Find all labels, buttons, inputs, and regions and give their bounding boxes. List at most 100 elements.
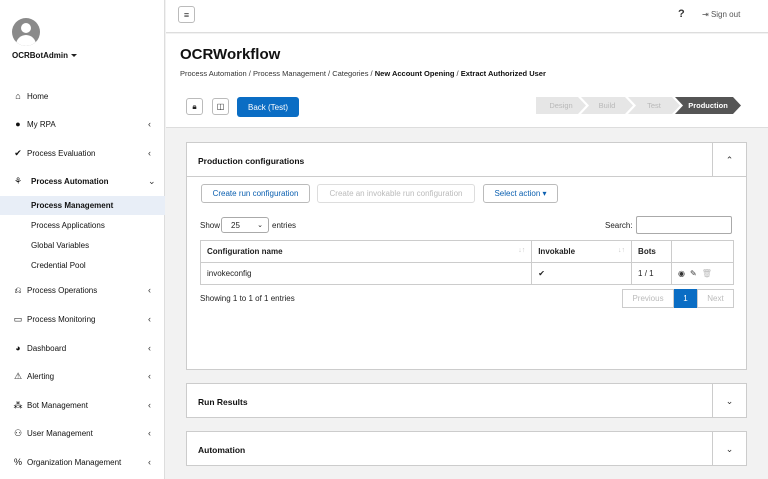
automation-panel: Automation ⌄: [186, 431, 747, 466]
entries-select[interactable]: 25 ⌄: [221, 217, 269, 233]
breadcrumb-item[interactable]: Process Automation: [180, 69, 247, 78]
sidebar-subitem-global-variables[interactable]: Global Variables: [0, 236, 165, 255]
sidebar: OCRBotAdmin ⌂ Home ● My RPA ‹ ✔ Process …: [0, 0, 165, 479]
chevron-left-icon: ‹: [148, 457, 151, 467]
create-run-configuration-button[interactable]: Create run configuration: [201, 184, 310, 203]
chevron-down-icon: ⌄: [257, 222, 263, 229]
sidebar-item-alerting[interactable]: ⚠ Alerting ‹: [0, 366, 165, 386]
sidebar-item-label: Alerting: [27, 371, 55, 381]
layout-button[interactable]: ◫: [212, 98, 229, 115]
chevron-left-icon: ‹: [148, 314, 151, 324]
next-page-button[interactable]: Next: [697, 289, 734, 308]
back-button[interactable]: Back (Test): [237, 97, 299, 117]
production-configurations-panel: Production configurations ⌃ Create run c…: [186, 142, 747, 370]
avatar[interactable]: [12, 18, 40, 46]
chevron-left-icon: ‹: [148, 285, 151, 295]
sidebar-item-home[interactable]: ⌂ Home: [0, 86, 165, 106]
sign-out-icon: ⇥: [702, 10, 711, 19]
sidebar-subitem-label: Process Applications: [31, 221, 105, 230]
user-menu[interactable]: OCRBotAdmin: [12, 51, 77, 60]
chevron-down-icon[interactable]: ⌄: [712, 384, 746, 418]
sidebar-item-bot-management[interactable]: ⁂ Bot Management ‹: [0, 395, 165, 415]
sidebar-item-user-management[interactable]: ⚇ User Management ‹: [0, 423, 165, 443]
sidebar-item-label: Process Automation: [31, 176, 109, 186]
create-invokable-run-configuration-button[interactable]: Create an invokable run configuration: [317, 184, 475, 203]
show-label: Show: [200, 221, 221, 230]
warning-icon: ⚠: [13, 370, 23, 381]
user-name: OCRBotAdmin: [12, 51, 68, 60]
chevron-left-icon: ‹: [148, 148, 151, 158]
column-header-invokable[interactable]: Invokable ↓↑: [531, 240, 633, 263]
sign-out-label: Sign out: [710, 10, 741, 19]
search-input[interactable]: [636, 216, 732, 234]
chevron-left-icon: ‹: [148, 400, 151, 410]
sidebar-item-dashboard[interactable]: ◕ Dashboard ‹: [0, 338, 165, 358]
invokable-check-icon: ✔: [531, 262, 633, 285]
panel-title: Run Results: [198, 397, 248, 407]
sidebar-item-label: Organization Management: [27, 457, 122, 467]
sidebar-item-label: Home: [27, 91, 49, 101]
chevron-up-icon[interactable]: ⌃: [712, 143, 746, 177]
sidebar-subitem-credential-pool[interactable]: Credential Pool: [0, 256, 165, 275]
select-action-dropdown[interactable]: Select action ▾: [483, 184, 558, 203]
sidebar-item-process-monitoring[interactable]: ▭ Process Monitoring ‹: [0, 309, 165, 329]
sidebar-item-process-evaluation[interactable]: ✔ Process Evaluation ‹: [0, 143, 165, 163]
pagination: Previous 1 Next: [622, 289, 734, 308]
sidebar-item-label: Process Monitoring: [27, 314, 96, 324]
check-icon: ✔: [14, 147, 22, 158]
breadcrumb-item[interactable]: Categories: [332, 69, 368, 78]
hamburger-menu-icon[interactable]: ≡: [178, 6, 195, 23]
column-header-label: Bots: [638, 247, 656, 256]
operations-icon: ⎌: [14, 284, 22, 295]
panel-title: Production configurations: [198, 156, 305, 166]
breadcrumb-item[interactable]: Process Management: [253, 69, 326, 78]
column-header-configuration-name[interactable]: Configuration name ↓↑: [199, 240, 533, 263]
step-build[interactable]: Build: [581, 97, 633, 114]
select-action-label: Select action: [494, 189, 541, 198]
person-icon: ●: [15, 119, 21, 129]
step-production[interactable]: Production: [675, 97, 741, 114]
sidebar-item-label: My RPA: [27, 119, 56, 129]
chevron-left-icon: ‹: [148, 428, 151, 438]
entries-label: entries: [272, 221, 297, 230]
chevron-down-icon[interactable]: ⌄: [712, 432, 746, 466]
sidebar-item-process-operations[interactable]: ⎌ Process Operations ‹: [0, 280, 165, 300]
edit-icon[interactable]: ✎: [690, 269, 697, 278]
sidebar-item-process-automation[interactable]: ⚘ Process Automation ⌄: [0, 171, 165, 191]
eye-icon[interactable]: ◉: [678, 269, 685, 278]
sidebar-item-my-rpa[interactable]: ● My RPA ‹: [0, 114, 165, 134]
sign-out-link[interactable]: ⇥ Sign out: [702, 10, 740, 19]
sidebar-item-organization-management[interactable]: % Organization Management ‹: [0, 452, 165, 472]
cell-bots: 1 / 1: [631, 262, 673, 285]
previous-page-button[interactable]: Previous: [622, 289, 674, 308]
step-test[interactable]: Test: [628, 97, 680, 114]
bot-icon: ⁂: [13, 399, 23, 410]
breadcrumb-item[interactable]: New Account Opening: [375, 69, 455, 78]
page-1-button[interactable]: 1: [674, 289, 697, 308]
cell-configuration-name: invokeconfig: [199, 262, 533, 285]
entries-select-value: 25: [231, 220, 240, 230]
caret-down-icon: [71, 54, 77, 58]
sidebar-item-label: User Management: [27, 428, 93, 438]
step-design[interactable]: Design: [536, 97, 586, 114]
trash-icon[interactable]: 🗑︎: [702, 269, 712, 278]
column-header-bots[interactable]: Bots: [631, 240, 673, 263]
help-icon[interactable]: ?: [678, 8, 685, 20]
panel-header[interactable]: Production configurations ⌃: [187, 143, 746, 177]
sidebar-item-label: Dashboard: [27, 343, 67, 353]
sidebar-item-label: Process Operations: [27, 285, 98, 295]
sort-icon: ↓↑: [518, 247, 526, 254]
panel-header[interactable]: Run Results ⌄: [187, 384, 746, 418]
panel-header[interactable]: Automation ⌄: [187, 432, 746, 466]
sidebar-item-label: Process Evaluation: [27, 148, 96, 158]
lock-button[interactable]: 🔒︎: [186, 98, 203, 115]
chevron-down-icon: ⌄: [148, 175, 156, 186]
stage-steps: Design Build Test Production: [536, 97, 736, 114]
lock-icon: 🔒︎: [192, 101, 197, 111]
chevron-left-icon: ‹: [148, 119, 151, 129]
sidebar-subitem-process-management[interactable]: Process Management: [0, 196, 165, 215]
chevron-left-icon: ‹: [148, 371, 151, 381]
chevron-left-icon: ‹: [148, 343, 151, 353]
caret-down-icon: ▾: [540, 189, 547, 198]
sidebar-subitem-process-applications[interactable]: Process Applications: [0, 216, 165, 235]
